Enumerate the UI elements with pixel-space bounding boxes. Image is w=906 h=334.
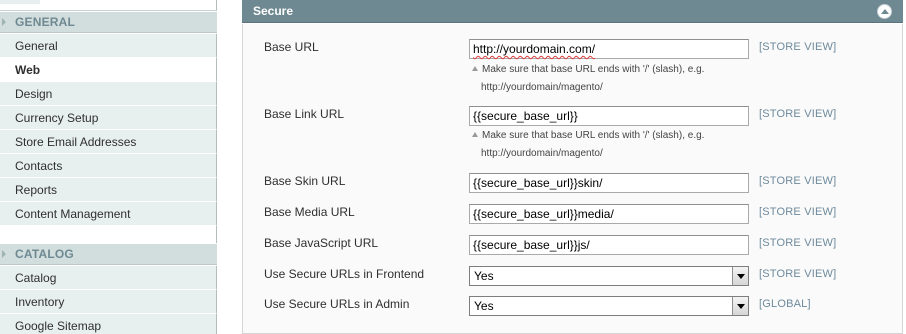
section-header[interactable]: Secure (242, 0, 903, 23)
secure-frontend-label: Use Secure URLs in Frontend (264, 267, 425, 281)
nav-item-currency-setup[interactable]: Currency Setup (0, 106, 217, 130)
nav-top-clipped-item (0, 0, 217, 11)
nav-group-spacer (0, 226, 217, 243)
nav-group-title: GENERAL (15, 15, 76, 29)
secure-frontend-select[interactable]: Yes (469, 266, 749, 286)
field-note: Make sure that base URL ends with '/' (s… (472, 61, 752, 97)
nav-item-web[interactable]: Web (0, 58, 217, 82)
nav-group-general[interactable]: GENERAL (0, 12, 217, 33)
nav-item-label: Inventory (15, 295, 65, 309)
nav-item-google-sitemap[interactable]: Google Sitemap (0, 314, 217, 334)
input-value: {{secure_base_url}} (473, 109, 578, 123)
nav-item-catalog[interactable]: Catalog (0, 266, 217, 290)
nav-item-label: Contacts (15, 159, 63, 173)
base-url-input[interactable]: http://yourdomain.com/ (469, 39, 749, 59)
collapse-up-icon[interactable] (877, 4, 892, 19)
scope-label: [STORE VIEW] (759, 41, 837, 53)
nav-item-label: Design (15, 87, 53, 101)
section-body: Base URL http://yourdomain.com/ [STORE V… (242, 24, 903, 334)
base-media-url-label: Base Media URL (264, 205, 355, 219)
triangle-note-icon (472, 132, 478, 137)
base-skin-url-input[interactable]: {{secure_base_url}}skin/ (469, 173, 749, 193)
nav-item-general[interactable]: General (0, 34, 217, 58)
scope-label: [STORE VIEW] (759, 206, 837, 218)
scope-label: [STORE VIEW] (759, 237, 837, 249)
nav-item-design[interactable]: Design (0, 82, 217, 106)
nav-top-stub (0, 0, 40, 4)
secure-fieldset: Secure Base URL http://yourdomain.com/ [… (242, 0, 903, 334)
base-media-url-input[interactable]: {{secure_base_url}}media/ (469, 204, 749, 224)
scope-label: [STORE VIEW] (759, 108, 837, 120)
nav-item-label: Google Sitemap (15, 319, 102, 333)
base-url-label: Base URL (264, 40, 319, 54)
nav-item-label: Web (15, 63, 41, 77)
chevron-down-icon[interactable] (732, 267, 748, 285)
caret-right-icon (2, 250, 6, 258)
field-note: Make sure that base URL ends with '/' (s… (472, 127, 752, 163)
nav-item-store-email-addresses[interactable]: Store Email Addresses (0, 130, 217, 154)
nav-item-label: Content Management (15, 207, 131, 221)
nav-item-reports[interactable]: Reports (0, 178, 217, 202)
input-value: {{secure_base_url}}media/ (473, 207, 614, 221)
scope-label: [STORE VIEW] (759, 268, 837, 280)
select-value: Yes (474, 269, 494, 283)
base-link-url-label: Base Link URL (264, 107, 345, 121)
input-value: http://yourdomain.com/ (473, 42, 596, 56)
nav-group-catalog[interactable]: CATALOG (0, 244, 217, 265)
base-javascript-url-label: Base JavaScript URL (264, 236, 379, 250)
nav-item-label: Reports (15, 183, 58, 197)
base-link-url-input[interactable]: {{secure_base_url}} (469, 106, 749, 126)
nav-item-label: Currency Setup (15, 111, 99, 125)
config-sidebar: GENERAL General Web Design Currency Setu… (0, 0, 217, 334)
input-value: {{secure_base_url}}js/ (473, 238, 590, 252)
nav-item-content-management[interactable]: Content Management (0, 202, 217, 226)
note-line1: Make sure that base URL ends with '/' (s… (482, 130, 705, 141)
section-title: Secure (253, 4, 294, 18)
nav-item-contacts[interactable]: Contacts (0, 154, 217, 178)
note-line1: Make sure that base URL ends with '/' (s… (482, 64, 705, 75)
base-javascript-url-input[interactable]: {{secure_base_url}}js/ (469, 235, 749, 255)
base-skin-url-label: Base Skin URL (264, 174, 346, 188)
caret-right-icon (2, 18, 6, 26)
nav-item-label: Catalog (15, 271, 57, 285)
nav-item-inventory[interactable]: Inventory (0, 290, 217, 314)
select-value: Yes (474, 299, 494, 313)
nav-item-label: Store Email Addresses (15, 135, 137, 149)
nav-item-label: General (15, 39, 58, 53)
chevron-down-icon[interactable] (732, 297, 748, 315)
triangle-note-icon (472, 66, 478, 71)
input-value: {{secure_base_url}}skin/ (473, 176, 603, 190)
scope-label: [GLOBAL] (759, 298, 811, 310)
note-line2: http://yourdomain/magento/ (481, 148, 603, 159)
note-line2: http://yourdomain/magento/ (481, 82, 603, 93)
secure-admin-select[interactable]: Yes (469, 296, 749, 316)
nav-group-title: CATALOG (15, 247, 74, 261)
secure-admin-label: Use Secure URLs in Admin (264, 297, 410, 311)
scope-label: [STORE VIEW] (759, 175, 837, 187)
